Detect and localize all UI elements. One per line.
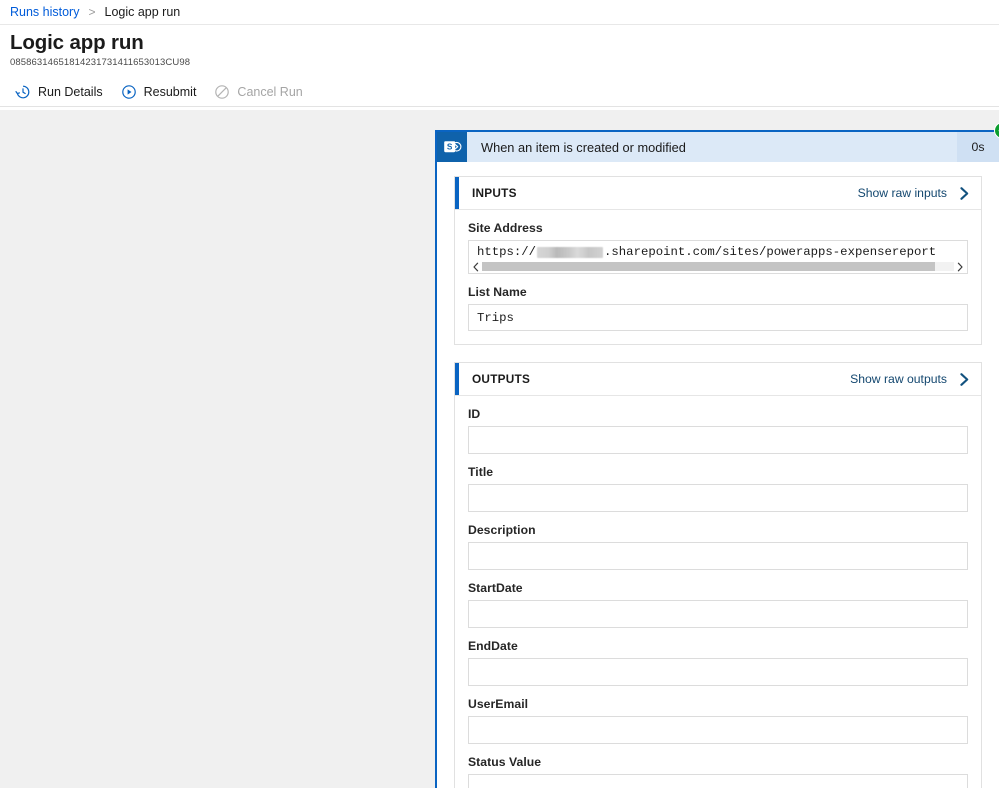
field-status-value: Status Value <box>468 754 968 788</box>
field-description: Description <box>468 522 968 570</box>
inputs-panel-header: INPUTS Show raw inputs <box>455 177 981 210</box>
field-value-description[interactable] <box>468 542 968 570</box>
run-details-label: Run Details <box>38 84 103 99</box>
field-value-enddate[interactable] <box>468 658 968 686</box>
field-value-startdate[interactable] <box>468 600 968 628</box>
designer-canvas[interactable]: S When an item is created or modified 0s <box>0 110 999 788</box>
field-value-title[interactable] <box>468 484 968 512</box>
action-duration-badge: 0s <box>957 132 999 162</box>
run-details-button[interactable]: Run Details <box>6 78 112 106</box>
field-label-startdate: StartDate <box>468 581 523 595</box>
field-label-site-address: Site Address <box>468 221 543 235</box>
command-bar: Run Details Resubmit Cancel Run <box>0 77 999 107</box>
site-address-suffix: .sharepoint.com/sites/powerapps-expenser… <box>604 245 937 259</box>
breadcrumb-link-runs-history[interactable]: Runs history <box>10 5 79 19</box>
field-title: Title <box>468 464 968 512</box>
field-startdate: StartDate <box>468 580 968 628</box>
field-label-enddate: EndDate <box>468 639 518 653</box>
sharepoint-icon: S <box>437 132 467 162</box>
field-useremail: UserEmail <box>468 696 968 744</box>
show-raw-inputs-link[interactable]: Show raw inputs <box>858 186 971 201</box>
resubmit-button[interactable]: Resubmit <box>112 78 206 106</box>
action-card-title: When an item is created or modified <box>481 139 686 155</box>
run-id-label: 08586314651814231731411653013CU98 <box>10 57 191 68</box>
play-circle-icon <box>121 84 137 100</box>
field-label-id: ID <box>468 407 481 421</box>
show-raw-inputs-label: Show raw inputs <box>857 186 947 200</box>
history-clock-icon <box>15 84 31 100</box>
outputs-panel: OUTPUTS Show raw outputs ID Title Descri… <box>454 362 982 788</box>
field-value-id[interactable] <box>468 426 968 454</box>
chevron-right-icon <box>958 372 971 387</box>
show-raw-outputs-link[interactable]: Show raw outputs <box>850 372 971 387</box>
scrollbar-track[interactable] <box>482 262 954 271</box>
scroll-right-arrow-icon[interactable] <box>954 262 966 272</box>
site-address-value: https:// .sharepoint.com/sites/powerapps-… <box>469 241 967 261</box>
field-value-status-value[interactable] <box>468 774 968 788</box>
show-raw-outputs-label: Show raw outputs <box>850 372 947 386</box>
outputs-section-label: OUTPUTS <box>472 372 531 386</box>
action-card-header[interactable]: S When an item is created or modified 0s <box>437 122 999 162</box>
inputs-panel-content: Site Address https:// .sharepoint.com/sit… <box>455 210 981 344</box>
outputs-panel-header: OUTPUTS Show raw outputs <box>455 363 981 396</box>
field-label-title: Title <box>468 465 494 479</box>
inputs-panel: INPUTS Show raw inputs Site Address http… <box>454 176 982 345</box>
field-enddate: EndDate <box>468 638 968 686</box>
breadcrumb-separator-icon: > <box>88 5 96 19</box>
action-card-body: INPUTS Show raw inputs Site Address http… <box>437 162 999 788</box>
redacted-tenant-name <box>537 246 604 258</box>
scroll-left-arrow-icon[interactable] <box>470 262 482 272</box>
page-title: Logic app run <box>10 31 144 54</box>
page-title-block: Logic app run 08586314651814231731411653… <box>0 25 999 69</box>
inputs-section-label: INPUTS <box>472 186 517 200</box>
cancel-run-label: Cancel Run <box>237 84 303 99</box>
resubmit-label: Resubmit <box>143 84 197 99</box>
field-label-status-value: Status Value <box>468 755 542 769</box>
field-value-site-address[interactable]: https:// .sharepoint.com/sites/powerapps-… <box>468 240 968 274</box>
field-value-list-name[interactable]: Trips <box>468 304 968 331</box>
chevron-right-icon <box>958 186 971 201</box>
breadcrumb-current: Logic app run <box>104 5 181 19</box>
field-label-description: Description <box>468 523 536 537</box>
action-card-sharepoint-trigger[interactable]: S When an item is created or modified 0s <box>435 122 999 788</box>
outputs-panel-content: ID Title Description StartDate EndDate U… <box>455 396 981 788</box>
field-id: ID <box>468 406 968 454</box>
field-value-useremail[interactable] <box>468 716 968 744</box>
field-label-useremail: UserEmail <box>468 697 529 711</box>
scrollbar-thumb[interactable] <box>482 262 936 271</box>
field-site-address: Site Address https:// .sharepoint.com/sit… <box>468 220 968 274</box>
site-address-horizontal-scrollbar[interactable] <box>469 261 967 273</box>
field-list-name: List Name Trips <box>468 284 968 331</box>
circle-slash-icon <box>214 84 230 100</box>
field-label-list-name: List Name <box>468 285 527 299</box>
cancel-run-button: Cancel Run <box>205 78 311 106</box>
site-address-prefix: https:// <box>477 245 537 259</box>
breadcrumb: Runs history > Logic app run <box>0 0 999 25</box>
